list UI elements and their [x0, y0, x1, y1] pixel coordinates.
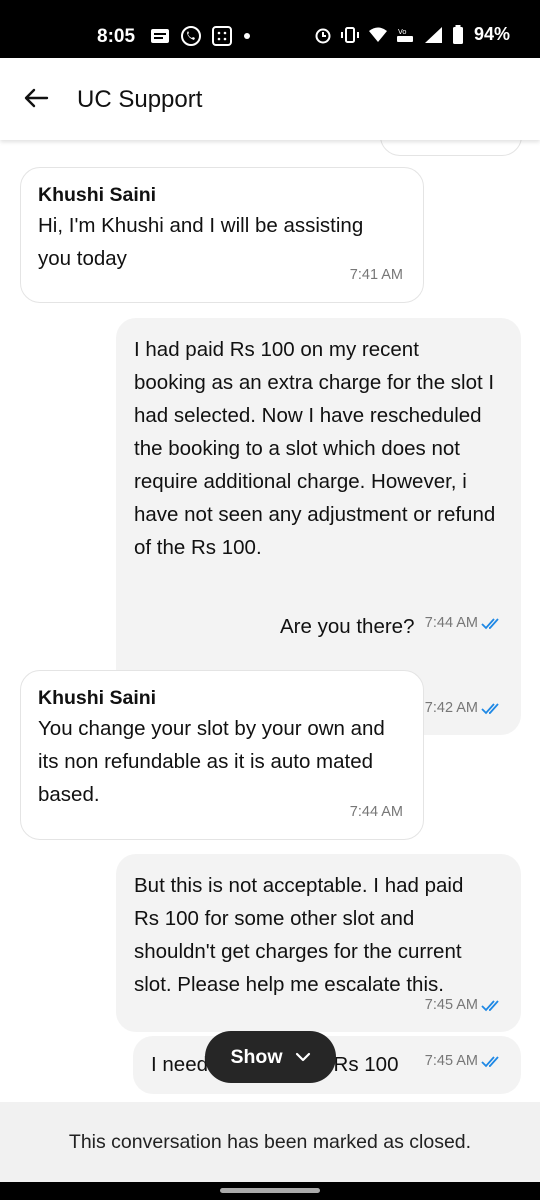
closed-notice-text: This conversation has been marked as clo… — [68, 1130, 472, 1153]
message-text: I had paid Rs 100 on my recent booking a… — [134, 338, 496, 559]
incoming-message: Khushi Saini You change your slot by you… — [20, 670, 424, 840]
message-time: 7:45 AM — [424, 997, 478, 1013]
message-icon — [151, 29, 169, 43]
message-time: 7:42 AM — [424, 700, 478, 716]
double-check-icon — [481, 999, 499, 1011]
wifi-icon — [368, 27, 387, 42]
message-time: 7:44 AM — [424, 615, 478, 631]
whatsapp-icon — [181, 26, 201, 46]
message-time: 7:45 AM — [424, 1053, 478, 1069]
app-bar: UC Support — [0, 58, 540, 140]
show-button[interactable]: Show — [205, 1031, 336, 1083]
back-arrow-icon[interactable] — [22, 84, 50, 112]
status-time: 8:05 — [97, 26, 136, 47]
dot-icon — [244, 33, 250, 39]
sender-name: Khushi Saini — [38, 687, 157, 709]
notification-icons — [150, 25, 252, 47]
battery-icon — [452, 24, 463, 44]
message-text: You change your slot by your own and its… — [38, 717, 385, 806]
incoming-message: Khushi Saini Hi, I'm Khushi and I will b… — [20, 167, 424, 303]
message-text: Hi, I'm Khushi and I will be assisting y… — [38, 214, 364, 270]
message-text: I need — [151, 1053, 208, 1076]
previous-message-bubble — [380, 140, 522, 156]
message-time: 7:41 AM — [349, 267, 403, 283]
signal-icon — [424, 26, 442, 43]
chevron-down-icon — [295, 1052, 310, 1062]
system-icons: Vo 94% — [314, 24, 510, 45]
double-check-icon — [481, 702, 499, 714]
sender-name: Khushi Saini — [38, 184, 157, 206]
message-text: But this is not acceptable. I had paid R… — [134, 874, 464, 996]
message-time: 7:44 AM — [349, 804, 403, 820]
alarm-icon — [315, 28, 331, 43]
outgoing-message: Are you there? 7:44 AM — [262, 598, 521, 656]
page-title: UC Support — [77, 86, 203, 113]
outgoing-message: But this is not acceptable. I had paid R… — [116, 854, 521, 1032]
status-bar: 8:05 Vo 94% — [0, 0, 540, 58]
show-button-label: Show — [230, 1045, 283, 1068]
home-gesture-handle[interactable] — [220, 1188, 320, 1193]
vibrate-icon — [340, 26, 359, 43]
battery-level: 94% — [473, 24, 510, 44]
volte-icon: Vo — [396, 28, 413, 42]
message-text: Are you there? — [280, 615, 415, 638]
svg-text:Vo: Vo — [398, 28, 407, 36]
navigation-bar — [0, 1182, 540, 1200]
closed-notice-bar: This conversation has been marked as clo… — [0, 1102, 540, 1182]
double-check-icon — [481, 1055, 499, 1067]
calculator-icon — [212, 26, 232, 46]
chat-thread[interactable]: Khushi Saini Hi, I'm Khushi and I will b… — [0, 140, 540, 1102]
double-check-icon — [481, 617, 499, 629]
